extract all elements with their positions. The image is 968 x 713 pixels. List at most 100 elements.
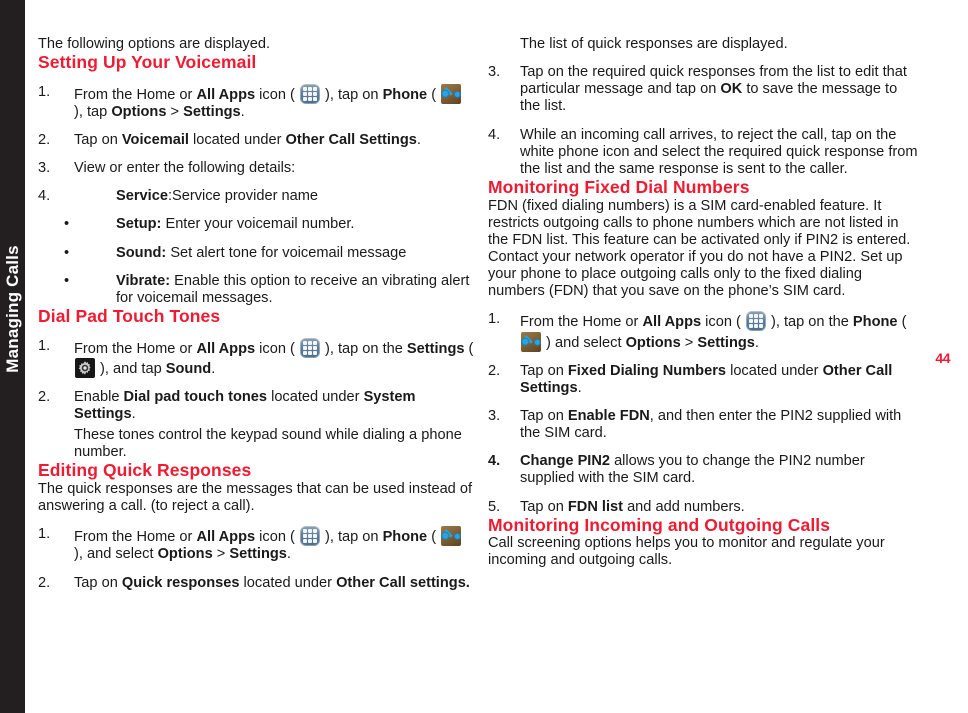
text-run-bold: Change PIN2 (520, 453, 611, 470)
list-item-text: Tap on Voicemail located under Other Cal… (74, 132, 474, 149)
list-item-text: Change PIN2 allows you to change the PIN… (520, 453, 918, 487)
list-item: 4. While an incoming call arrives, to re… (488, 127, 918, 178)
text-run: > (166, 103, 184, 120)
list-item-note: These tones control the keypad sound whi… (38, 427, 474, 461)
list-item-note: The list of quick responses are displaye… (488, 36, 918, 53)
text-run-bold: Options (157, 546, 213, 563)
text-run: From the Home or (520, 314, 643, 331)
text-run-bold: All Apps (642, 314, 702, 331)
list-item: • Sound: Set alert tone for voicemail me… (38, 245, 474, 262)
all-apps-icon (745, 311, 766, 332)
list-item-text: Tap on Enable FDN, and then enter the PI… (520, 408, 918, 442)
text-run-bold: FDN list (567, 498, 624, 515)
text-run-bold: Setup: (116, 216, 162, 233)
list-marker: 1. (38, 337, 51, 354)
list-item: 3. Tap on the required quick responses f… (488, 64, 918, 115)
text-run: Enter your voicemail number. (161, 216, 355, 233)
text-run: . (131, 406, 136, 423)
list-marker: 4. (488, 453, 520, 487)
text-run: . (754, 334, 759, 351)
text-run-bold: Enable FDN (567, 407, 650, 424)
list-item: 1. From the Home or All Apps icon ( ), t… (38, 526, 474, 563)
list-item-text: From the Home or All Apps icon ( ), tap … (74, 337, 474, 378)
text-run-bold: Sound (165, 360, 212, 377)
all-apps-icon (299, 337, 320, 358)
intro-paragraph: The following options are displayed. (38, 36, 271, 52)
text-run: Enable this option to receive an vibrati… (116, 272, 470, 306)
list-item-text: Setup: Enter your voicemail number. (74, 216, 474, 233)
text-run: Tap on (520, 498, 568, 515)
text-run: ), tap on the (320, 340, 407, 357)
text-run-bold: Dial pad touch tones (123, 388, 268, 405)
list-marker: 2. (38, 132, 51, 149)
list-item-text: Tap on the required quick responses from… (520, 64, 918, 115)
list-item-text: Tap on Fixed Dialing Numbers located und… (520, 363, 918, 397)
incoming-outgoing-intro: Call screening options helps you to moni… (488, 535, 885, 569)
text-run: ( (464, 340, 474, 357)
list-marker-text: 4. (488, 453, 501, 470)
list-item-text: From the Home or All Apps icon ( ), tap … (74, 526, 474, 563)
text-run: icon ( (701, 314, 745, 331)
list-item-text: Vibrate: Enable this option to receive a… (74, 273, 474, 307)
text-run: ( (427, 86, 441, 103)
quick-responses-intro: The quick responses are the messages tha… (38, 481, 473, 515)
bullet-marker: • (64, 244, 70, 261)
heading-dial-pad-touch-tones: Dial Pad Touch Tones (38, 306, 221, 326)
list-marker: 5. (488, 498, 501, 515)
list-marker: 1. (38, 83, 51, 100)
list-item: 3. View or enter the following details: (38, 160, 474, 177)
list-marker: 3. (488, 64, 501, 81)
text-run: . (577, 379, 582, 396)
list-item-text: Sound: Set alert tone for voicemail mess… (74, 245, 474, 262)
list-marker: 1. (488, 311, 501, 328)
list-item-text: While an incoming call arrives, to rejec… (520, 126, 918, 177)
text-run: Set alert tone for voicemail message (166, 244, 407, 261)
text-run: located under (239, 574, 337, 591)
left-text-column: The following options are displayed. Set… (38, 36, 474, 592)
text-run-bold: Options (111, 103, 167, 120)
list-item: • Setup: Enter your voicemail number. (38, 216, 474, 233)
text-run-bold: Settings (183, 103, 241, 120)
text-run-bold: Vibrate: (116, 272, 171, 289)
list-item: 2. Tap on Quick responses located under … (38, 575, 474, 592)
heading-editing-quick-responses: Editing Quick Responses (38, 460, 252, 481)
text-run: ), tap on the (766, 314, 853, 331)
text-run-bold: Voicemail (121, 132, 189, 149)
all-apps-icon (299, 83, 320, 104)
text-run-bold: Phone (382, 86, 428, 103)
text-run: ), and select (74, 546, 158, 563)
list-item-text: Service:Service provider name (74, 188, 474, 205)
list-item: 3. Tap on Enable FDN, and then enter the… (488, 408, 918, 442)
fixed-dial-intro: FDN (fixed dialing numbers) is a SIM car… (488, 197, 911, 300)
list-item-text: Enable Dial pad touch tones located unde… (74, 389, 474, 423)
bullet-marker: • (64, 216, 70, 233)
list-item: 2. Tap on Voicemail located under Other … (38, 132, 474, 149)
text-run-bold: All Apps (196, 86, 256, 103)
text-run: and add numbers. (623, 498, 745, 515)
note-text: These tones control the keypad sound whi… (74, 427, 462, 461)
list-item: 4. Service:Service provider name (38, 188, 474, 205)
text-run-bold: Service (116, 188, 168, 205)
list-marker: 4. (488, 126, 501, 143)
text-run-bold: Settings (406, 340, 465, 357)
list-item-text: Tap on FDN list and add numbers. (520, 499, 918, 516)
text-run: . (286, 546, 291, 563)
text-run-bold: Quick responses (121, 574, 240, 591)
list-item: 4. Change PIN2 allows you to change the … (488, 453, 918, 487)
text-run: ( (427, 529, 441, 546)
text-run: Tap on (520, 407, 568, 424)
text-run: ), tap on (320, 86, 383, 103)
text-run: . (240, 103, 245, 120)
list-marker: 3. (38, 160, 51, 177)
bullet-marker: • (64, 272, 70, 289)
list-item-text: View or enter the following details: (74, 160, 296, 177)
list-item-text: Tap on Quick responses located under Oth… (74, 575, 474, 592)
heading-monitoring-fixed-dial-numbers: Monitoring Fixed Dial Numbers (488, 176, 750, 197)
text-run: ) and select (542, 334, 626, 351)
text-run-bold: Other Call settings. (336, 574, 470, 591)
text-run: located under (188, 132, 286, 149)
heading-setting-up-voicemail: Setting Up Your Voicemail (38, 52, 257, 73)
text-run: icon ( (255, 86, 299, 103)
list-item: 1. From the Home or All Apps icon ( ), t… (38, 337, 474, 378)
